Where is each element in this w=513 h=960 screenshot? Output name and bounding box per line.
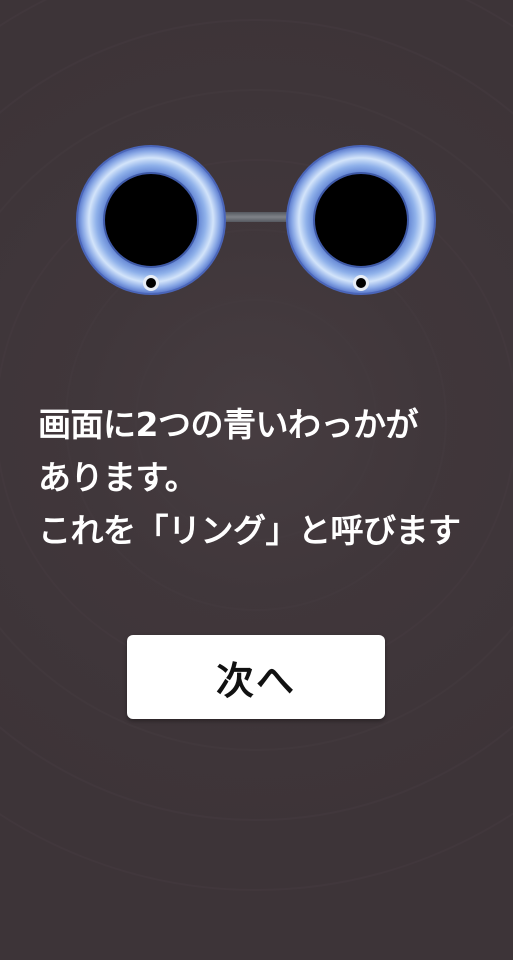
next-button-label: 次へ <box>215 658 296 703</box>
message-line: これを「リング」と呼びます <box>38 511 461 550</box>
next-button[interactable]: 次へ <box>127 635 385 719</box>
tutorial-message: 画面に2つの青いわっかが あります。 これを「リング」と呼びます <box>38 398 488 557</box>
right-ring[interactable] <box>286 145 436 295</box>
left-ring[interactable] <box>76 145 226 295</box>
message-line: あります。 <box>38 458 198 497</box>
game-screen: 画面に2つの青いわっかが あります。 これを「リング」と呼びます 次へ <box>0 0 513 960</box>
rings-display <box>76 145 436 295</box>
message-line: 画面に2つの青いわっかが <box>38 405 418 444</box>
ring-connector <box>220 212 295 222</box>
